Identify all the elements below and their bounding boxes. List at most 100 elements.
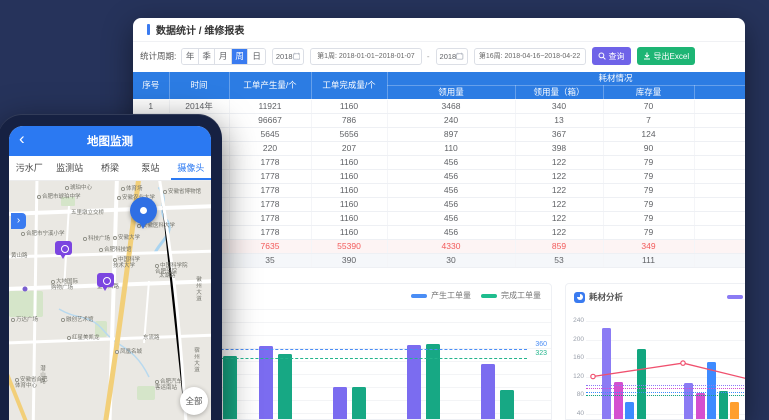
table-cell: 79 xyxy=(603,197,694,211)
table-cell: 1160 xyxy=(311,211,387,225)
consumable-chart-plot: 2402001601208040 xyxy=(566,284,745,419)
camera-marker[interactable] xyxy=(55,241,72,255)
phone-header: ‹ 地图监测 xyxy=(9,126,211,156)
table-row: 96667786240137690 xyxy=(133,113,745,127)
table-cell: 1160 xyxy=(311,197,387,211)
col-header-completed: 工单完成量/个 xyxy=(311,72,387,99)
table-cell: 7635 xyxy=(229,239,311,253)
table-cell: 207 xyxy=(311,141,387,155)
table-cell: 340 xyxy=(515,99,603,113)
table-cell: 3468 xyxy=(387,99,515,113)
phone-mockup: ‹ 地图监测 污水厂监测站桥梁泵站摄像头 xyxy=(0,114,222,420)
phone-tab[interactable]: 监测站 xyxy=(49,156,89,180)
table-cell: 786 xyxy=(311,113,387,127)
table-cell: 79 xyxy=(603,169,694,183)
poi-icon xyxy=(121,187,125,191)
table-cell: 1778 xyxy=(229,225,311,239)
table-cell: 7 xyxy=(603,113,694,127)
poi-icon xyxy=(83,237,87,241)
table-cell: 456 xyxy=(387,225,515,239)
breadcrumb-bar: 数据统计 / 维修报表 xyxy=(133,18,745,42)
table-cell: 331 xyxy=(694,239,745,253)
col-header-index: 序号 xyxy=(133,72,169,99)
poi-icon xyxy=(113,236,117,240)
table-cell: 456 xyxy=(387,211,515,225)
marker-dot-icon xyxy=(140,207,147,214)
table-cell: 220 xyxy=(229,141,311,155)
reference-line xyxy=(586,388,745,389)
table-cell: 690 xyxy=(694,113,745,127)
poi-icon xyxy=(155,264,159,268)
back-button[interactable]: ‹ xyxy=(19,129,25,149)
start-year-value: 2018 xyxy=(276,52,293,61)
query-button[interactable]: 查询 xyxy=(592,47,631,65)
table-cell: 1778 xyxy=(229,183,311,197)
phone-tab[interactable]: 泵站 xyxy=(130,156,170,180)
desktop-window: 数据统计 / 维修报表 统计周期: 年季月周日 2018 第1周: 2018-0… xyxy=(133,18,745,420)
map-view[interactable]: 琥珀中心合肥市琥珀中学体育场安徽农业大学安徽省博物馆五里墩立交桥合肥市宁溪小学科… xyxy=(9,181,211,420)
table-cell: 1160 xyxy=(311,155,387,169)
start-week-input[interactable]: 第1周: 2018-01-01~2018-01-07 xyxy=(310,48,422,65)
period-option[interactable]: 日 xyxy=(248,49,265,64)
table-cell: 53 xyxy=(515,253,603,267)
map-label: 五里墩立交桥 xyxy=(71,210,104,216)
end-year-value: 2018 xyxy=(440,52,457,61)
map-label: 合肥汽车 客运南站 xyxy=(155,379,182,391)
table-cell: 124 xyxy=(603,127,694,141)
stat-period-label: 统计周期: xyxy=(140,50,176,62)
poi-icon xyxy=(115,350,119,354)
average-row: 平均值353903053111141 xyxy=(133,253,745,267)
breadcrumb: 数据统计 / 维修报表 xyxy=(156,22,244,37)
map-label: 黄山路 xyxy=(11,253,28,259)
table-row: 177811604561227967 xyxy=(133,155,745,169)
export-excel-button[interactable]: 导出Excel xyxy=(637,47,696,65)
camera-marker[interactable] xyxy=(97,273,114,287)
bar xyxy=(481,364,495,420)
poi-icon xyxy=(67,336,71,340)
poi-icon xyxy=(117,196,121,200)
table-row: 177811604561227967 xyxy=(133,197,745,211)
map-label: 万达广场 xyxy=(11,317,38,323)
phone-page-title: 地图监测 xyxy=(87,133,133,149)
period-option[interactable]: 季 xyxy=(199,49,216,64)
table-row: 56455656897367124129 xyxy=(133,127,745,141)
y-axis-tick: 240 xyxy=(568,317,584,324)
table-cell: 4330 xyxy=(387,239,515,253)
period-option[interactable]: 月 xyxy=(215,49,232,64)
end-year-select[interactable]: 2018 xyxy=(436,48,468,65)
poi-icon xyxy=(113,258,117,262)
show-all-button[interactable]: 全部 xyxy=(180,387,208,415)
phone-tab[interactable]: 摄像头 xyxy=(171,156,211,180)
end-week-input[interactable]: 第16周: 2018-04-16~2018-04-22 xyxy=(474,48,586,65)
table-cell: 122 xyxy=(515,155,603,169)
table-row: 177811604561227967 xyxy=(133,225,745,239)
table-cell: 456 xyxy=(387,183,515,197)
period-option[interactable]: 年 xyxy=(182,49,199,64)
map-label: 东流路 xyxy=(143,335,160,341)
map-label: 红星美凯龙 xyxy=(67,335,100,341)
phone-screen: ‹ 地图监测 污水厂监测站桥梁泵站摄像头 xyxy=(9,126,211,420)
table-body: 12014年1192111603468340702509666778624013… xyxy=(133,99,745,267)
table-cell: 79 xyxy=(603,183,694,197)
reference-line xyxy=(586,385,745,386)
table-cell: 35 xyxy=(229,253,311,267)
map-label: 融创艺术馆 xyxy=(61,317,94,323)
table-cell: 30 xyxy=(387,253,515,267)
table-cell: 110 xyxy=(387,141,515,155)
map-label: 太湖路 xyxy=(159,273,176,279)
start-year-select[interactable]: 2018 xyxy=(272,48,304,65)
col-group-consumables: 耗材情况 xyxy=(387,72,745,85)
table-cell: 67 xyxy=(694,197,745,211)
table-cell: 67 xyxy=(694,155,745,169)
selected-camera-marker[interactable] xyxy=(130,197,157,224)
phone-tab[interactable]: 桥梁 xyxy=(90,156,130,180)
period-option[interactable]: 周 xyxy=(232,49,249,64)
phone-tab[interactable]: 污水厂 xyxy=(9,156,49,180)
map-expand-button[interactable]: › xyxy=(11,213,26,229)
map-label: 安徽省博物馆 xyxy=(163,189,201,195)
bar xyxy=(278,354,292,420)
table-cell: 2014年 xyxy=(169,99,229,113)
bar xyxy=(223,356,237,420)
table-cell: 19 xyxy=(694,141,745,155)
poi-icon xyxy=(65,186,69,190)
